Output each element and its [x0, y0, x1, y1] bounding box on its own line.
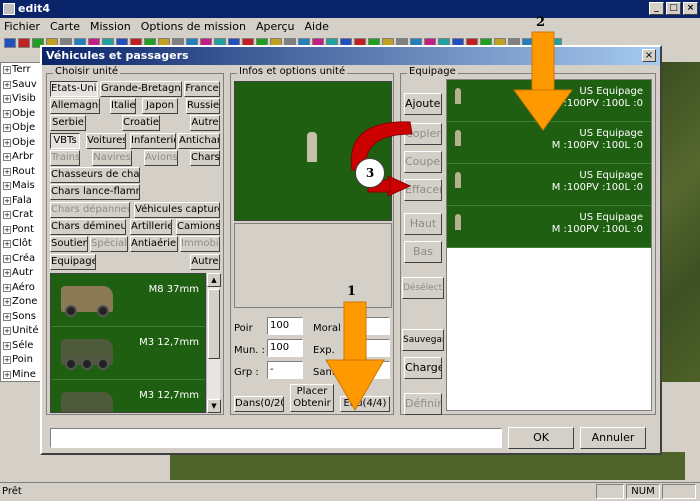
annotation-label-2: 2	[536, 15, 546, 30]
annotation-arrow-2	[513, 31, 573, 131]
annotation-arrow-1	[325, 301, 385, 411]
annotation-label-3: 3	[355, 158, 385, 188]
annotation-label-1: 1	[347, 284, 357, 299]
annotation-overlay	[325, 31, 573, 411]
